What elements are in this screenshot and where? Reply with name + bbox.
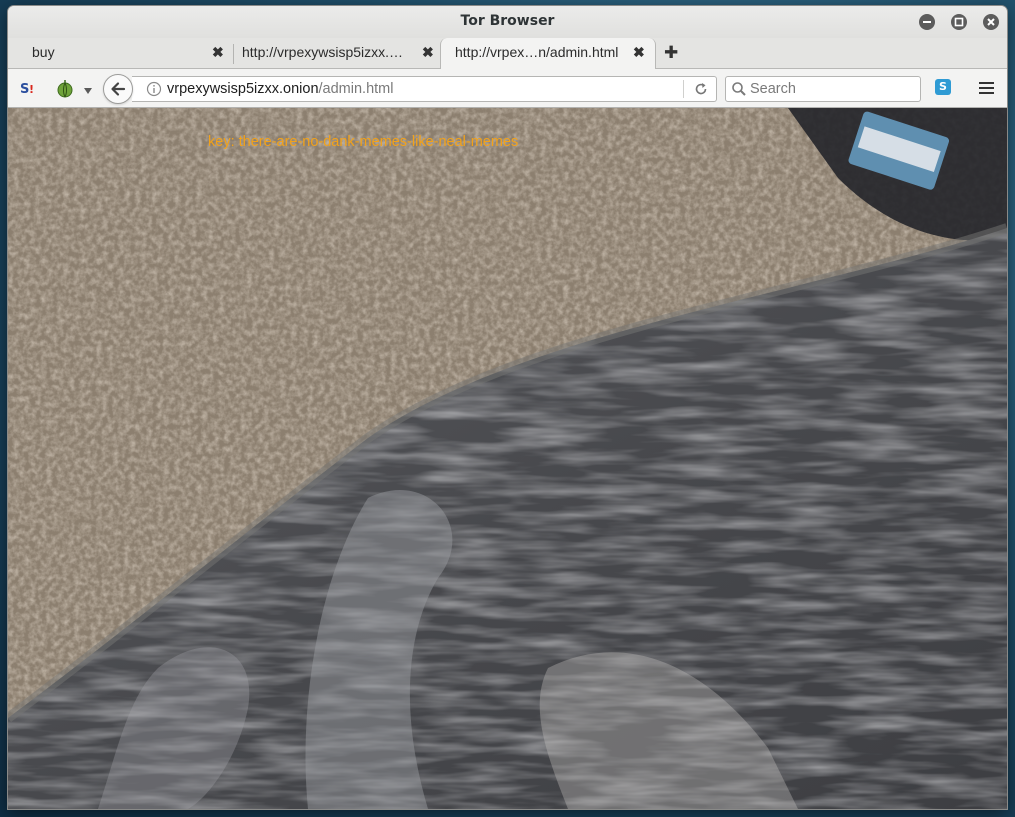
minimize-icon	[923, 21, 931, 23]
site-info-icon[interactable]	[146, 81, 162, 97]
back-arrow-icon	[111, 82, 126, 96]
tor-onion-icon[interactable]	[55, 78, 75, 102]
tab-label: http://vrpexywsisp5izxx.…	[242, 44, 404, 60]
noscript-icon[interactable]: S !	[20, 79, 38, 101]
tab-strip: buy ✖ http://vrpexywsisp5izxx.… ✖ http:/…	[8, 38, 1007, 69]
minimize-button[interactable]	[919, 14, 935, 30]
close-icon	[987, 18, 995, 26]
url-path: /admin.html	[318, 81, 394, 97]
search-icon	[732, 82, 746, 96]
tab-close-icon[interactable]: ✖	[212, 44, 224, 61]
window-title: Tor Browser	[460, 13, 555, 29]
browser-window: Tor Browser buy ✖ http://vrpexywsisp5izx…	[8, 6, 1007, 809]
tab-buy[interactable]: buy ✖	[18, 38, 228, 68]
tab-close-icon[interactable]: ✖	[422, 44, 434, 61]
close-window-button[interactable]	[983, 14, 999, 30]
extension-s-icon[interactable]: S	[935, 79, 951, 95]
url-host: vrpexywsisp5izxx.onion	[167, 81, 319, 97]
url-text[interactable]: vrpexywsisp5izxx.onion/admin.html	[167, 81, 393, 97]
tab-vrpexy-home[interactable]: http://vrpexywsisp5izxx.… ✖	[228, 38, 438, 68]
admin-key-text: key: there-are-no-dank-memes-like-neal-m…	[208, 134, 519, 150]
cat-fur-background-image	[8, 108, 1007, 809]
maximize-icon	[954, 17, 964, 27]
search-bar[interactable]	[725, 76, 921, 102]
svg-text:!: !	[29, 83, 34, 96]
maximize-button[interactable]	[951, 14, 967, 30]
reload-icon[interactable]	[693, 81, 709, 97]
title-bar[interactable]: Tor Browser	[8, 6, 1007, 38]
tor-menu-dropdown-icon[interactable]	[83, 81, 93, 100]
navigation-toolbar: S ! vrpexywsisp5izxx.onion/admin.html Se…	[8, 69, 1007, 108]
svg-text:S: S	[20, 82, 29, 97]
url-bar[interactable]: vrpexywsisp5izxx.onion/admin.html	[132, 76, 717, 102]
tab-admin[interactable]: http://vrpex…n/admin.html ✖	[440, 38, 656, 69]
tab-label: http://vrpex…n/admin.html	[455, 44, 619, 60]
page-content: key: there-are-no-dank-memes-like-neal-m…	[8, 108, 1007, 809]
tab-close-icon[interactable]: ✖	[633, 44, 645, 61]
new-tab-button[interactable]: ✚	[664, 43, 678, 63]
search-input[interactable]	[748, 79, 918, 99]
back-button[interactable]	[103, 74, 133, 104]
url-bar-divider	[683, 80, 684, 98]
tab-label: buy	[32, 44, 55, 60]
hamburger-menu-icon[interactable]	[978, 80, 996, 100]
